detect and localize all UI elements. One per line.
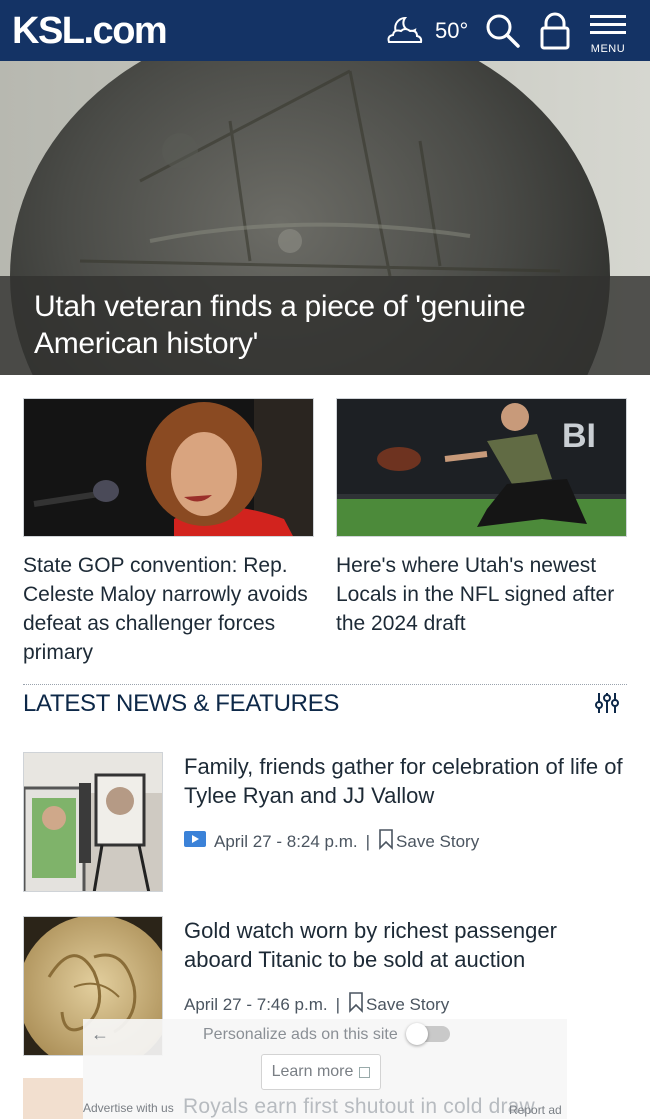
- advertise-link[interactable]: Advertise with us: [83, 1101, 174, 1115]
- video-icon: [184, 831, 206, 852]
- hero-headline[interactable]: Utah veteran finds a piece of 'genuine A…: [34, 288, 616, 362]
- hero-story[interactable]: Utah veteran finds a piece of 'genuine A…: [0, 61, 650, 375]
- section-divider: [23, 684, 627, 685]
- weather-widget[interactable]: 50°: [385, 14, 468, 48]
- card-image-maloy[interactable]: [23, 398, 314, 537]
- hamburger-icon: [590, 15, 626, 34]
- meta-separator: |: [335, 994, 341, 1014]
- story-headline[interactable]: Family, friends gather for celebration o…: [184, 752, 624, 810]
- search-icon[interactable]: [484, 12, 522, 55]
- external-link-icon: [359, 1066, 371, 1078]
- story-meta: April 27 - 7:46 p.m. | Save Story: [184, 991, 449, 1018]
- filter-sliders-icon[interactable]: [594, 690, 620, 721]
- story-meta: April 27 - 8:24 p.m. | Save Story: [184, 828, 479, 855]
- learn-more-button[interactable]: Learn more: [261, 1054, 381, 1090]
- report-ad-link[interactable]: Report ad: [509, 1103, 562, 1117]
- story-headline[interactable]: Gold watch worn by richest passenger abo…: [184, 916, 624, 974]
- bookmark-icon[interactable]: [348, 991, 364, 1018]
- personalize-ads-label: Personalize ads on this site: [203, 1026, 398, 1043]
- learn-more-label: Learn more: [271, 1063, 354, 1080]
- meta-separator: |: [365, 831, 371, 851]
- story-date: April 27 - 8:24 p.m.: [214, 831, 358, 851]
- story-thumbnail[interactable]: [23, 752, 163, 892]
- story-card[interactable]: State GOP convention: Rep. Celeste Maloy…: [23, 398, 314, 667]
- card-headline[interactable]: State GOP convention: Rep. Celeste Maloy…: [23, 551, 314, 667]
- save-story-button[interactable]: Save Story: [366, 995, 449, 1015]
- story-card[interactable]: BI Here's where Utah's newest Locals in …: [336, 398, 627, 638]
- ksl-logo[interactable]: KSL.com: [12, 10, 168, 52]
- svg-text:BI: BI: [562, 417, 596, 455]
- ad-consent-overlay: ← Personalize ads on this site Learn mor…: [83, 1019, 567, 1119]
- partial-headline[interactable]: Royals earn first shutout in cold draw: [183, 1095, 535, 1119]
- save-story-button[interactable]: Save Story: [396, 832, 479, 852]
- temperature: 50°: [435, 18, 469, 43]
- menu-button[interactable]: MENU: [588, 14, 628, 55]
- card-image-nfl[interactable]: BI: [336, 398, 627, 537]
- site-header: KSL.com 50° MENU: [0, 0, 650, 61]
- moon-cloud-icon: [385, 12, 431, 51]
- back-arrow-icon[interactable]: ←: [91, 1024, 109, 1045]
- menu-label: MENU: [590, 43, 626, 55]
- story-thumbnail[interactable]: [23, 1078, 83, 1119]
- account-lock-icon[interactable]: [538, 12, 572, 55]
- list-item[interactable]: Family, friends gather for celebration o…: [23, 752, 627, 892]
- card-headline[interactable]: Here's where Utah's newest Locals in the…: [336, 551, 627, 638]
- hero-caption: Utah veteran finds a piece of 'genuine A…: [0, 276, 650, 375]
- personalize-ads-toggle[interactable]: [406, 1023, 450, 1045]
- bookmark-icon[interactable]: [378, 828, 394, 855]
- section-heading: LATEST NEWS & FEATURES: [23, 690, 340, 717]
- story-date: April 27 - 7:46 p.m.: [184, 994, 328, 1014]
